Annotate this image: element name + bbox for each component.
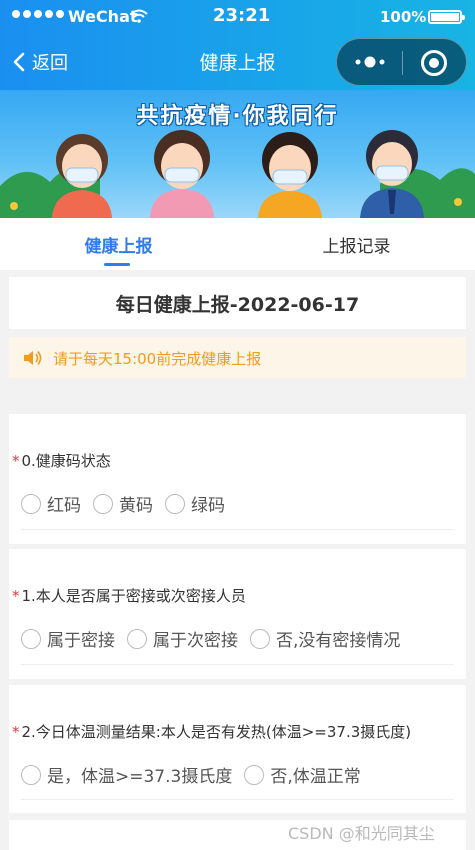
speaker-icon — [24, 351, 42, 365]
radio-button[interactable] — [244, 764, 265, 785]
divider — [21, 664, 454, 665]
question-card: * 1.本人是否属于密接或次密接人员 属于密接 属于次密接 否,没有密接情况 — [9, 549, 466, 679]
close-mini-program-icon[interactable] — [421, 50, 447, 76]
required-mark: * — [12, 587, 20, 605]
tab-health-report[interactable]: 健康上报 — [0, 232, 237, 257]
radio-group: 是，体温>=37.3摄氏度 否,体温正常 — [21, 762, 361, 787]
radio-button[interactable] — [127, 628, 147, 649]
option-label: 是，体温>=37.3摄氏度 — [47, 767, 233, 787]
radio-button[interactable] — [165, 493, 185, 514]
radio-option-secondary-contact[interactable]: 属于次密接 — [127, 626, 238, 651]
tab-report-records[interactable]: 上报记录 — [238, 232, 475, 257]
radio-option-normal-temp[interactable]: 否,体温正常 — [244, 762, 361, 787]
question-title: * 0.健康码状态 — [12, 450, 111, 471]
active-tab-indicator — [104, 263, 130, 266]
option-label: 红码 — [47, 496, 81, 516]
wifi-icon — [130, 9, 148, 23]
radio-button[interactable] — [21, 493, 41, 514]
battery-icon — [428, 10, 465, 24]
option-label: 黄码 — [119, 496, 153, 516]
radio-option-red-code[interactable]: 红码 — [21, 491, 81, 516]
notice-bar: 请于每天15:00前完成健康上报 — [9, 337, 466, 378]
question-card: * 0.健康码状态 红码 黄码 绿码 — [9, 414, 466, 544]
signal-icon — [12, 10, 64, 18]
notice-text: 请于每天15:00前完成健康上报 — [53, 350, 262, 368]
option-label: 属于密接 — [47, 631, 115, 651]
mini-program-capsule — [336, 38, 467, 86]
question-card: * 2.今日体温测量结果:本人是否有发热(体温>=37.3摄氏度) 是，体温>=3… — [9, 685, 466, 813]
radio-option-close-contact[interactable]: 属于密接 — [21, 626, 115, 651]
carrier-name: WeChat — [68, 7, 138, 26]
option-label: 绿码 — [191, 496, 225, 516]
divider — [21, 799, 454, 800]
option-label: 属于次密接 — [153, 631, 238, 651]
divider — [21, 529, 454, 530]
radio-button[interactable] — [250, 628, 270, 649]
banner-slogan: 共抗疫情·你我同行 — [136, 104, 339, 129]
radio-group: 属于密接 属于次密接 否,没有密接情况 — [21, 626, 400, 651]
question-label: 1.本人是否属于密接或次密接人员 — [21, 587, 246, 605]
form-title: 每日健康上报-2022-06-17 — [115, 294, 360, 316]
status-bar: WeChat 23:21 100% — [0, 0, 475, 34]
radio-option-no-contact[interactable]: 否,没有密接情况 — [250, 626, 400, 651]
status-time: 23:21 — [213, 5, 271, 26]
question-label: 0.健康码状态 — [21, 452, 111, 470]
required-mark: * — [12, 723, 20, 741]
radio-option-fever[interactable]: 是，体温>=37.3摄氏度 — [21, 762, 232, 787]
capsule-divider — [402, 51, 403, 75]
option-label: 否,没有密接情况 — [276, 631, 401, 651]
tab-bar: 健康上报 上报记录 — [0, 218, 475, 270]
banner: 共抗疫情·你我同行 — [0, 90, 475, 218]
radio-group: 红码 黄码 绿码 — [21, 491, 225, 516]
nav-bar: 返回 健康上报 — [0, 34, 475, 90]
question-label: 2.今日体温测量结果:本人是否有发热(体温>=37.3摄氏度) — [21, 723, 412, 741]
form-header: 每日健康上报-2022-06-17 — [9, 277, 466, 329]
more-options-icon[interactable] — [353, 51, 387, 73]
radio-button[interactable] — [21, 628, 41, 649]
option-label: 否,体温正常 — [270, 767, 361, 787]
battery-percent: 100% — [380, 8, 427, 26]
radio-option-yellow-code[interactable]: 黄码 — [93, 491, 153, 516]
radio-button[interactable] — [93, 493, 113, 514]
question-title: * 1.本人是否属于密接或次密接人员 — [12, 585, 246, 606]
radio-button[interactable] — [21, 764, 41, 785]
watermark: CSDN @和光同其尘 — [288, 824, 435, 843]
question-title: * 2.今日体温测量结果:本人是否有发热(体温>=37.3摄氏度) — [12, 721, 411, 742]
radio-option-green-code[interactable]: 绿码 — [165, 491, 225, 516]
required-mark: * — [12, 452, 20, 470]
